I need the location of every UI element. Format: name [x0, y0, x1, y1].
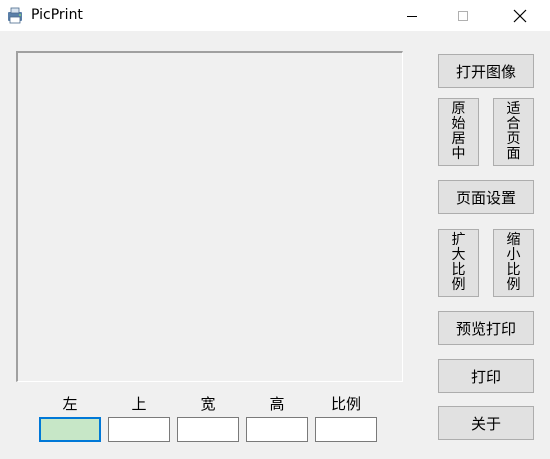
print-button[interactable]: 打印: [438, 359, 534, 393]
left-input[interactable]: [39, 417, 101, 442]
zoom-out-button[interactable]: 缩小比例: [493, 229, 534, 297]
picprint-app-icon: [6, 6, 24, 24]
scale-input[interactable]: [315, 417, 377, 442]
about-label: 关于: [470, 414, 501, 433]
height-label: 高: [269, 395, 285, 413]
close-icon: [513, 9, 527, 22]
width-input[interactable]: [177, 417, 239, 442]
title-bar: PicPrint: [0, 0, 550, 31]
original-center-button[interactable]: 原始居中: [438, 98, 479, 166]
print-label: 打印: [470, 367, 501, 386]
open-image-label: 打开图像: [455, 62, 516, 81]
print-preview-label: 预览打印: [455, 319, 516, 338]
fit-page-button[interactable]: 适合页面: [493, 98, 534, 166]
print-preview-button[interactable]: 预览打印: [438, 311, 534, 345]
open-image-button[interactable]: 打开图像: [438, 54, 534, 88]
maximize-icon: [458, 10, 468, 21]
image-preview-canvas[interactable]: [16, 51, 403, 382]
about-button[interactable]: 关于: [438, 406, 534, 440]
maximize-button[interactable]: [440, 0, 486, 31]
zoom-out-label: 缩小比例: [506, 232, 521, 293]
page-setup-button[interactable]: 页面设置: [438, 180, 534, 214]
fit-page-label: 适合页面: [506, 101, 521, 162]
page-setup-label: 页面设置: [455, 188, 516, 207]
minimize-icon: [407, 15, 417, 17]
zoom-in-label: 扩大比例: [451, 232, 466, 293]
left-label: 左: [62, 395, 78, 413]
top-input[interactable]: [108, 417, 170, 442]
close-button[interactable]: [497, 0, 543, 31]
scale-label: 比例: [330, 395, 361, 413]
minimize-button[interactable]: [389, 0, 435, 31]
zoom-in-button[interactable]: 扩大比例: [438, 229, 479, 297]
top-label: 上: [131, 395, 147, 413]
width-label: 宽: [200, 395, 216, 413]
height-input[interactable]: [246, 417, 308, 442]
window-title: PicPrint: [31, 7, 83, 23]
original-center-label: 原始居中: [451, 101, 466, 162]
